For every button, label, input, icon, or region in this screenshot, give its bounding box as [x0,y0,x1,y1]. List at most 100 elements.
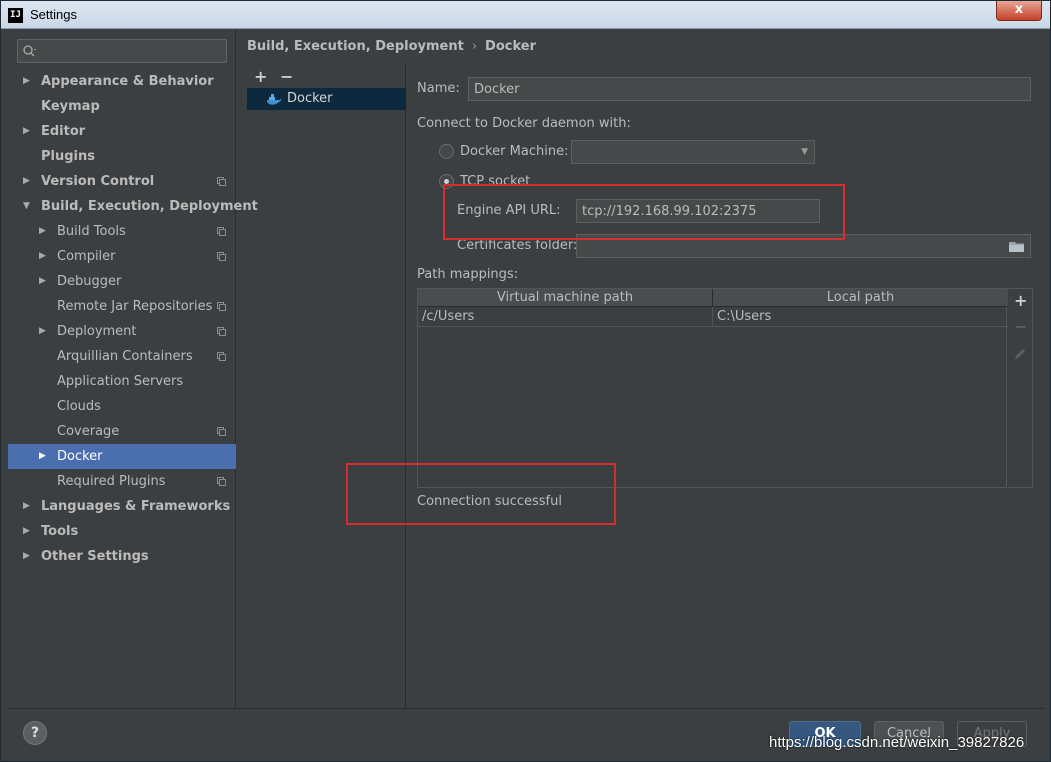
chevron-right-icon[interactable]: ▶ [23,544,33,569]
breadcrumb-separator: › [471,39,478,54]
sidebar-item[interactable]: ▶ Deployment [8,319,236,344]
sidebar-item-label: Required Plugins [57,474,166,489]
sidebar-item[interactable]: Remote Jar Repositories [8,294,236,319]
sidebar-item-label: Version Control [41,174,155,189]
watermark-text: https://blog.csdn.net/weixin_39827826 [769,734,1025,751]
project-settings-copy-icon [217,427,226,436]
mapping-toolbar: + − [1008,288,1033,488]
connect-label: Connect to Docker daemon with: [417,116,631,131]
sidebar-item[interactable]: ▶ Compiler [8,244,236,269]
sidebar-item[interactable]: Arquillian Containers [8,344,236,369]
help-button[interactable]: ? [23,721,47,745]
sidebar-item-label: Other Settings [41,549,149,564]
name-label: Name: [417,81,460,96]
annotation-box-status [346,463,616,525]
config-list-item-label: Docker [287,91,333,106]
sidebar-item[interactable]: ▶ Docker [8,444,236,469]
sidebar-item[interactable]: Required Plugins [8,469,236,494]
close-button[interactable]: x [996,1,1042,21]
certs-folder-label: Certificates folder: [457,238,578,253]
sidebar-item-label: Compiler [57,249,116,264]
table-cell-vm-path[interactable]: /c/Users [418,307,713,327]
path-mappings-table: Virtual machine path Local path /c/Users… [417,288,1008,488]
chevron-right-icon[interactable]: ▶ [39,319,49,344]
docker-machine-select[interactable]: ▼ [571,140,815,164]
project-settings-copy-icon [217,352,226,361]
project-settings-copy-icon [217,477,226,486]
chevron-right-icon[interactable]: ▶ [23,494,33,519]
project-settings-copy-icon [217,252,226,261]
sidebar-item-label: Coverage [57,424,120,439]
title-bar: IJ Settings x [1,1,1050,29]
chevron-right-icon[interactable]: ▶ [23,69,33,94]
add-config-button[interactable]: + [254,67,267,86]
sidebar-item[interactable]: ▶ Other Settings [8,544,236,569]
chevron-right-icon[interactable]: ▶ [39,269,49,294]
sidebar-item-label: Build, Execution, Deployment [41,199,258,214]
sidebar-item-label: Docker [57,449,103,464]
chevron-down-icon[interactable]: ▼ [23,194,33,219]
sidebar-item[interactable]: Application Servers [8,369,236,394]
sidebar-item-label: Appearance & Behavior [41,74,214,89]
intellij-app-icon: IJ [8,8,23,23]
sidebar-item[interactable]: ▶ Appearance & Behavior [8,69,236,94]
config-list-item[interactable]: Docker [247,88,406,110]
sidebar-item-label: Editor [41,124,86,139]
sidebar-item[interactable]: Keymap [8,94,236,119]
chevron-right-icon[interactable]: ▶ [39,219,49,244]
project-settings-copy-icon [217,177,226,186]
docker-machine-radio[interactable] [439,144,454,159]
remove-config-button[interactable]: − [280,67,293,86]
sidebar-item-label: Deployment [57,324,137,339]
sidebar-item-label: Keymap [41,99,100,114]
chevron-down-icon: ▼ [801,147,808,157]
column-header-vm-path[interactable]: Virtual machine path [418,289,713,307]
sidebar-item[interactable]: ▶ Tools [8,519,236,544]
sidebar-item[interactable]: ▶ Build Tools [8,219,236,244]
window-title: Settings [30,7,77,22]
docker-machine-label: Docker Machine: [460,144,569,159]
sidebar-item-label: Application Servers [57,374,184,389]
chevron-right-icon[interactable]: ▶ [39,444,49,469]
sidebar-item[interactable]: ▶ Debugger [8,269,236,294]
edit-pencil-icon[interactable] [1014,347,1027,360]
annotation-box-engine-url [443,184,845,240]
chevron-right-icon[interactable]: ▶ [23,169,33,194]
sidebar-item[interactable]: Plugins [8,144,236,169]
sidebar-item[interactable]: ▼ Build, Execution, Deployment [8,194,258,219]
sidebar-item[interactable]: ▶ Version Control [8,169,236,194]
table-cell-local-path[interactable]: C:\Users [713,307,1008,327]
sidebar-item-label: Remote Jar Repositories [57,299,213,314]
chevron-right-icon[interactable]: ▶ [23,119,33,144]
sidebar-item-label: Languages & Frameworks [41,499,231,514]
settings-window: IJ Settings x ▶ Appearance & Behavior Keym… [0,0,1051,762]
folder-icon[interactable] [1009,240,1025,253]
sidebar-item-label: Debugger [57,274,122,289]
breadcrumb-current: Docker [485,39,536,54]
docker-config-list-panel: + − Docker [246,63,406,708]
breadcrumb-parent[interactable]: Build, Execution, Deployment [247,39,464,54]
project-settings-copy-icon [217,227,226,236]
sidebar-item[interactable]: Coverage [8,419,236,444]
settings-sidebar: ▶ Appearance & Behavior Keymap ▶ Editor Plugi… [8,30,258,708]
sidebar-item-label: Tools [41,524,79,539]
name-input[interactable] [468,77,1031,101]
search-text-field[interactable] [40,42,222,60]
chevron-right-icon[interactable]: ▶ [39,244,49,269]
docker-whale-icon [267,94,282,105]
sidebar-item[interactable]: ▶ Editor [8,119,236,144]
project-settings-copy-icon [217,302,226,311]
sidebar-item-label: Arquillian Containers [57,349,193,364]
sidebar-item[interactable]: Clouds [8,394,236,419]
search-input[interactable] [17,39,227,63]
column-header-local-path[interactable]: Local path [713,289,1008,307]
sidebar-item[interactable]: ▶ Languages & Frameworks [8,494,236,519]
sidebar-item-label: Clouds [57,399,101,414]
sidebar-item-label: Build Tools [57,224,126,239]
sidebar-item-label: Plugins [41,149,95,164]
add-mapping-button[interactable]: + [1014,291,1027,310]
remove-mapping-button[interactable]: − [1014,317,1027,336]
chevron-right-icon[interactable]: ▶ [23,519,33,544]
path-mappings-label: Path mappings: [417,267,519,282]
search-icon [23,45,36,57]
